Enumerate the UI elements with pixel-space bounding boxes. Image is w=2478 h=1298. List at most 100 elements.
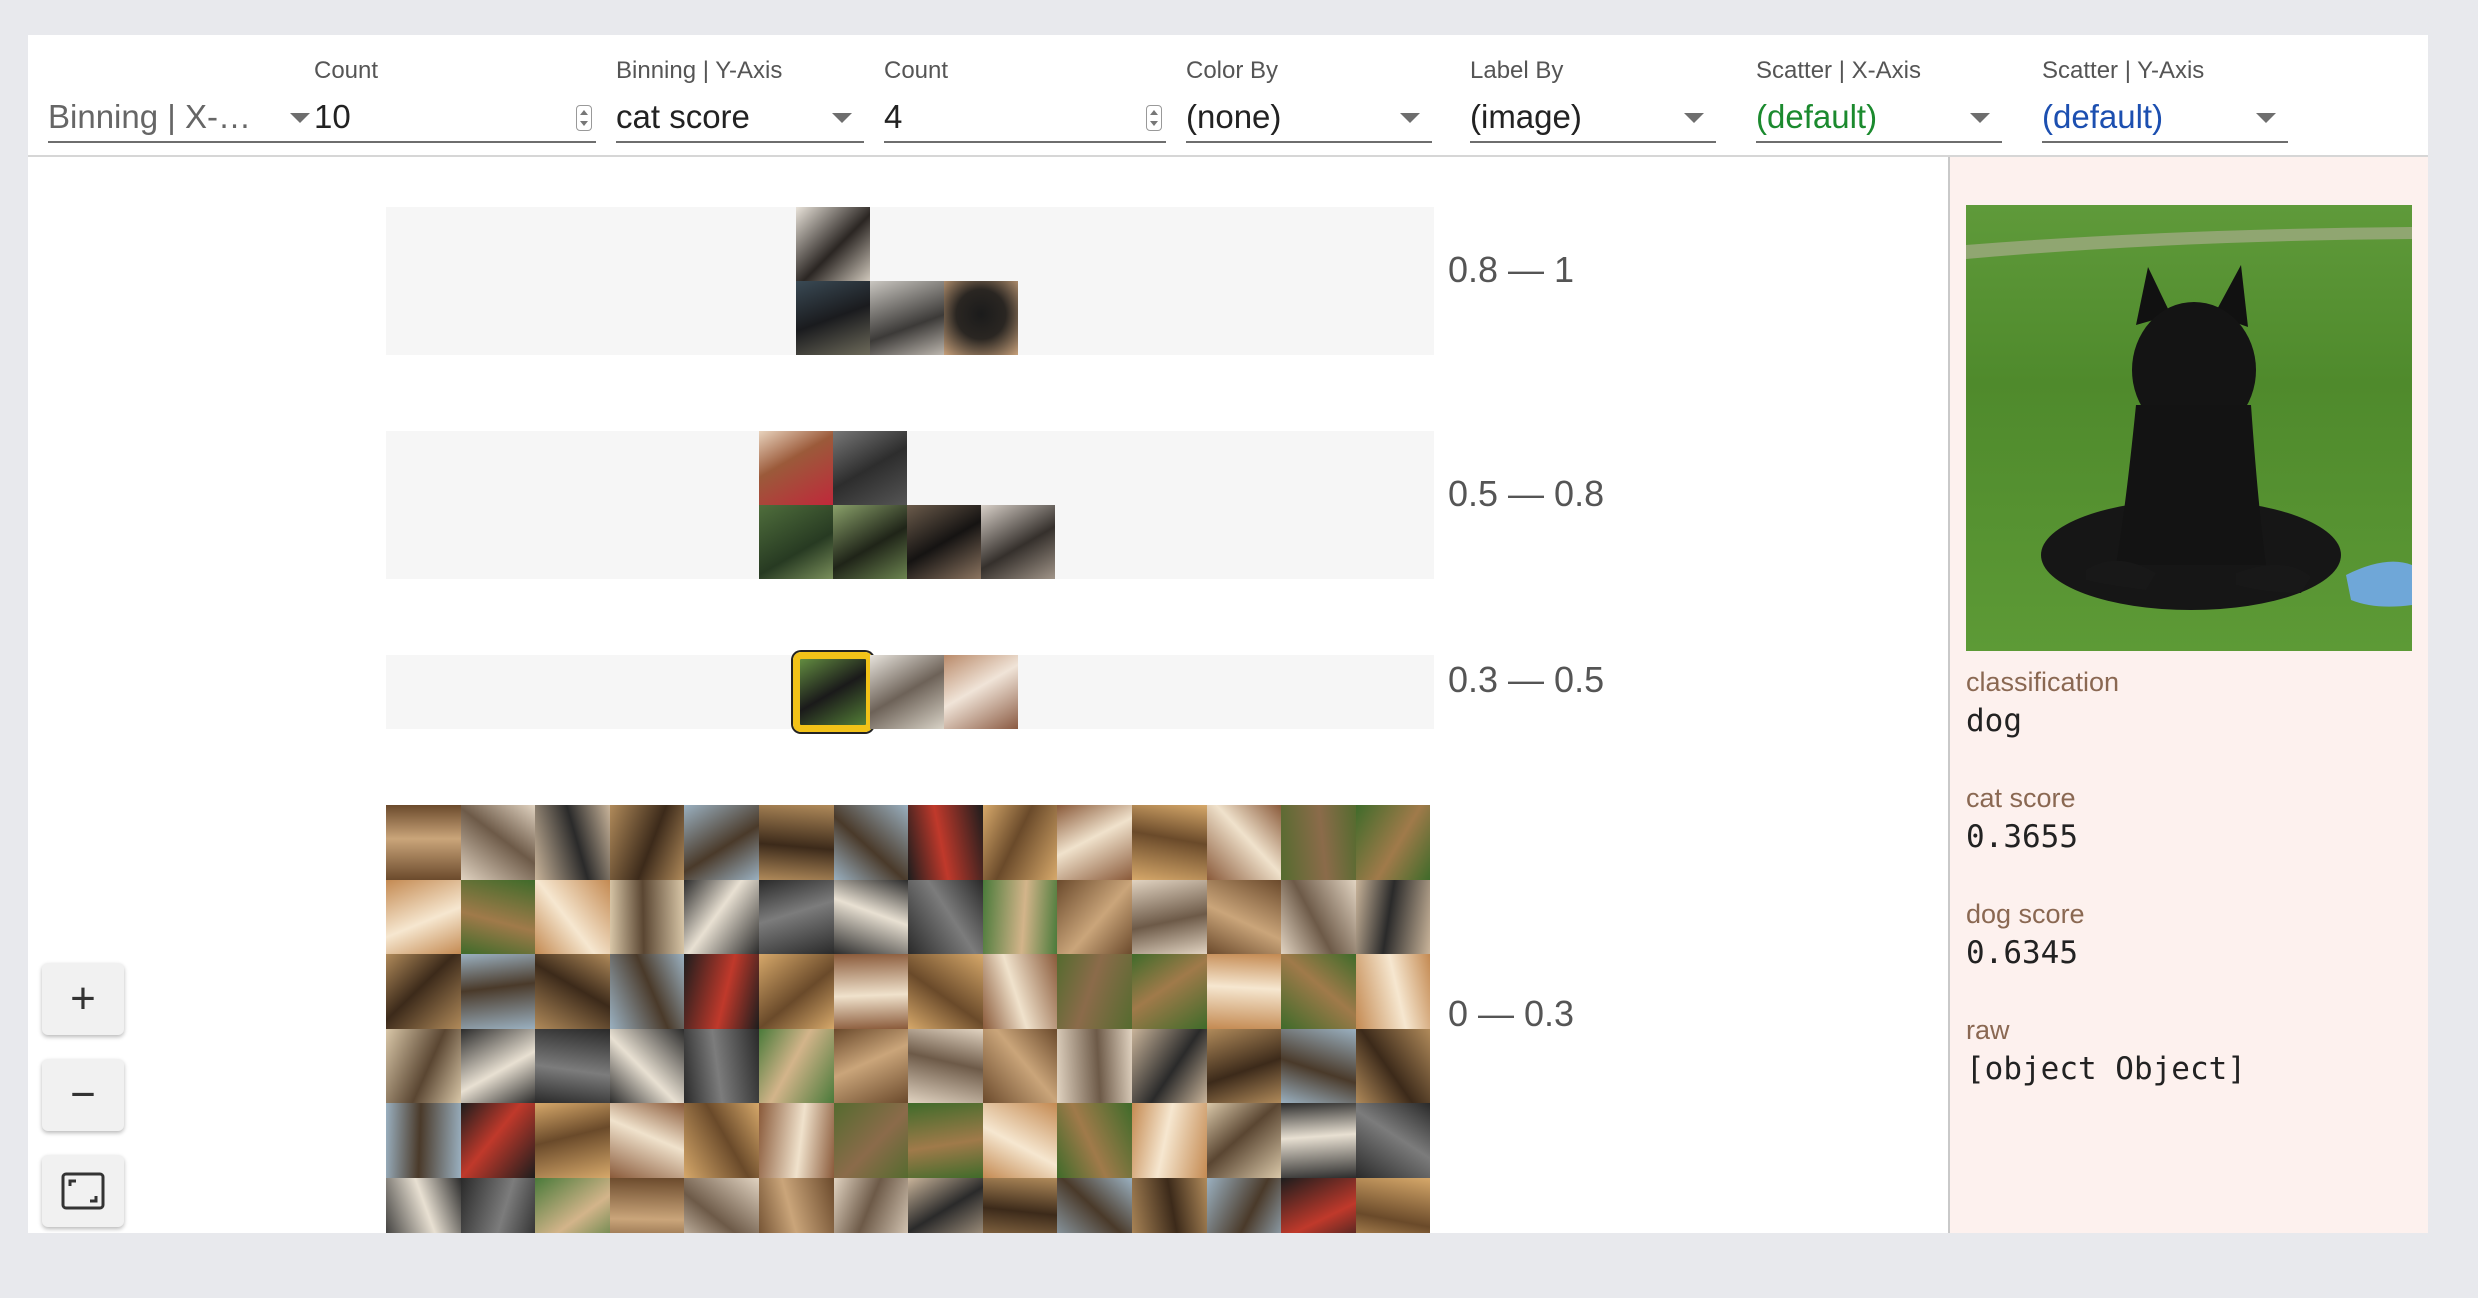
image-thumbnail[interactable] — [609, 1177, 685, 1233]
image-thumbnail[interactable] — [460, 1103, 536, 1178]
image-thumbnail[interactable] — [386, 1177, 461, 1233]
image-thumbnail[interactable] — [870, 281, 944, 355]
image-thumbnail[interactable] — [1057, 1103, 1132, 1178]
image-thumbnail[interactable] — [1206, 879, 1282, 955]
image-thumbnail[interactable] — [1355, 1103, 1431, 1178]
count-x-field[interactable]: Count 10 — [314, 35, 596, 155]
image-thumbnail[interactable] — [870, 655, 944, 729]
image-thumbnail[interactable] — [609, 954, 685, 1029]
image-thumbnail[interactable] — [908, 1028, 983, 1104]
image-thumbnail[interactable] — [609, 1103, 685, 1178]
image-thumbnail[interactable] — [609, 805, 685, 880]
image-thumbnail[interactable] — [1131, 1103, 1207, 1178]
image-thumbnail[interactable] — [833, 1103, 909, 1178]
image-thumbnail[interactable] — [684, 1028, 759, 1104]
image-thumbnail[interactable] — [758, 879, 834, 955]
image-thumbnail[interactable] — [758, 1103, 834, 1178]
image-thumbnail[interactable] — [386, 954, 461, 1029]
image-thumbnail[interactable] — [758, 954, 834, 1029]
scatter-y-select[interactable]: Scatter | Y-Axis (default) — [2042, 35, 2288, 155]
image-thumbnail[interactable] — [907, 505, 981, 579]
image-thumbnail[interactable] — [908, 805, 983, 880]
image-thumbnail[interactable] — [386, 805, 461, 880]
image-thumbnail[interactable] — [796, 207, 870, 281]
image-thumbnail[interactable] — [1355, 954, 1431, 1029]
image-thumbnail[interactable] — [833, 954, 909, 1029]
image-thumbnail[interactable] — [758, 1028, 834, 1104]
image-thumbnail[interactable] — [1206, 1028, 1282, 1104]
image-thumbnail[interactable] — [1281, 1103, 1356, 1178]
image-thumbnail[interactable] — [1206, 1177, 1282, 1233]
stepper-icon[interactable] — [576, 105, 592, 131]
zoom-out-button[interactable]: − — [42, 1059, 124, 1131]
image-thumbnail[interactable] — [460, 954, 536, 1029]
image-thumbnail[interactable] — [908, 954, 983, 1029]
label-by-select[interactable]: Label By (image) — [1470, 35, 1716, 155]
image-thumbnail[interactable] — [833, 1177, 909, 1233]
image-thumbnail[interactable] — [833, 1028, 909, 1104]
facets-canvas[interactable]: 0.8 — 1 0.5 — 0.8 0.3 — 0.5 0 — 0.3 + − — [28, 157, 1948, 1233]
image-thumbnail[interactable] — [1131, 954, 1207, 1029]
image-thumbnail[interactable] — [535, 805, 610, 880]
image-thumbnail[interactable] — [796, 281, 870, 355]
image-thumbnail[interactable] — [460, 1177, 536, 1233]
image-thumbnail[interactable] — [759, 431, 833, 505]
image-thumbnail[interactable] — [460, 805, 536, 880]
image-thumbnail[interactable] — [1281, 1028, 1356, 1104]
image-thumbnail[interactable] — [1131, 879, 1207, 955]
image-thumbnail[interactable] — [981, 505, 1055, 579]
image-thumbnail[interactable] — [684, 879, 759, 955]
binning-y-select[interactable]: Binning | Y-Axis cat score — [616, 35, 864, 155]
count-y-field[interactable]: Count 4 — [884, 35, 1166, 155]
image-thumbnail[interactable] — [1131, 1028, 1207, 1104]
image-thumbnail[interactable] — [908, 1103, 983, 1178]
image-thumbnail[interactable] — [833, 431, 907, 505]
image-thumbnail[interactable] — [944, 655, 1018, 729]
image-thumbnail[interactable] — [535, 1177, 610, 1233]
image-thumbnail[interactable] — [1355, 1177, 1431, 1233]
image-thumbnail[interactable] — [535, 879, 610, 955]
image-thumbnail[interactable] — [1281, 1177, 1356, 1233]
image-thumbnail[interactable] — [1057, 805, 1132, 880]
image-thumbnail[interactable] — [758, 805, 834, 880]
image-thumbnail[interactable] — [460, 1028, 536, 1104]
image-thumbnail[interactable] — [386, 1028, 461, 1104]
image-thumbnail[interactable] — [1057, 1177, 1132, 1233]
image-thumbnail[interactable] — [1131, 805, 1207, 880]
image-thumbnail[interactable] — [684, 805, 759, 880]
image-thumbnail[interactable] — [982, 1028, 1058, 1104]
image-thumbnail[interactable] — [833, 505, 907, 579]
image-thumbnail[interactable] — [684, 954, 759, 1029]
image-thumbnail[interactable] — [535, 954, 610, 1029]
image-thumbnail[interactable] — [1206, 805, 1282, 880]
image-thumbnail[interactable] — [982, 1177, 1058, 1233]
image-thumbnail[interactable] — [1206, 1103, 1282, 1178]
image-thumbnail[interactable] — [982, 805, 1058, 880]
image-thumbnail[interactable] — [1355, 879, 1431, 955]
image-thumbnail[interactable] — [833, 805, 909, 880]
image-thumbnail[interactable] — [1131, 1177, 1207, 1233]
image-thumbnail[interactable] — [535, 1028, 610, 1104]
zoom-in-button[interactable]: + — [42, 963, 124, 1035]
image-thumbnail[interactable] — [684, 1177, 759, 1233]
image-thumbnail[interactable] — [609, 1028, 685, 1104]
image-thumbnail[interactable] — [1355, 1028, 1431, 1104]
image-thumbnail[interactable] — [535, 1103, 610, 1178]
image-thumbnail[interactable] — [944, 281, 1018, 355]
fit-to-screen-button[interactable] — [42, 1155, 124, 1227]
image-thumbnail[interactable] — [1355, 805, 1431, 880]
image-thumbnail[interactable] — [684, 1103, 759, 1178]
color-by-select[interactable]: Color By (none) — [1186, 35, 1432, 155]
image-thumbnail[interactable] — [982, 879, 1058, 955]
image-thumbnail[interactable] — [1281, 805, 1356, 880]
image-thumbnail[interactable] — [460, 879, 536, 955]
image-thumbnail[interactable] — [1057, 954, 1132, 1029]
image-thumbnail[interactable] — [833, 879, 909, 955]
image-thumbnail[interactable] — [609, 879, 685, 955]
image-thumbnail[interactable] — [758, 1177, 834, 1233]
image-thumbnail[interactable] — [386, 879, 461, 955]
image-thumbnail[interactable] — [982, 954, 1058, 1029]
binning-x-select[interactable]: Binning | X-… — [48, 35, 322, 155]
image-thumbnail[interactable] — [759, 505, 833, 579]
image-thumbnail[interactable] — [908, 1177, 983, 1233]
